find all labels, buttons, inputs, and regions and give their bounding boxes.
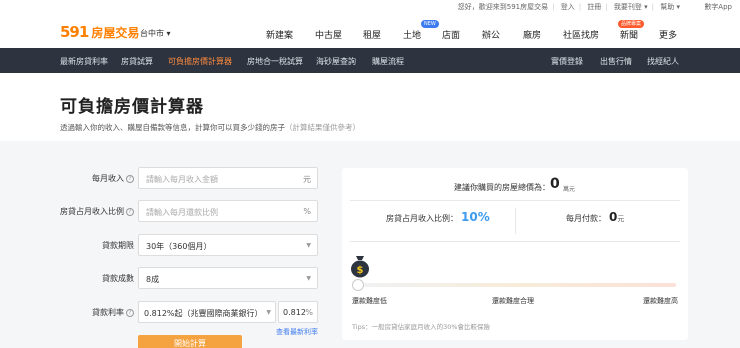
page-title: 可負擔房價計算器	[60, 97, 204, 117]
new-badge: NEW	[421, 20, 439, 28]
chevron-down-icon: ▼	[306, 275, 311, 282]
tips-text: Tips：一般房貸佔家庭月收入的30%會比較保險	[352, 323, 491, 331]
top-utility-bar: 您好，歡迎來到591房屋交易 | 登入 | 註冊 | 我要刊登 ▾ | 幫助 ▾ 數字A…	[0, 0, 740, 14]
help-icon[interactable]: ?	[126, 175, 134, 183]
income-input[interactable]: 請輸入每月收入金額 元	[138, 167, 318, 189]
brand-badge: 品牌專案	[618, 20, 645, 28]
total-unit: 萬元	[563, 186, 576, 193]
chevron-down-icon: ▼	[306, 242, 311, 249]
nav-news[interactable]: 品牌專案 新聞	[618, 20, 645, 41]
subnav-market[interactable]: 出售行情	[600, 56, 632, 67]
help-icon[interactable]: ?	[126, 208, 134, 216]
total-result: 建議你購買的房屋總價為： 0 萬元	[342, 168, 688, 200]
subnav-latest-rate[interactable]: 最新房貸利率	[60, 56, 108, 67]
period-label: 貸款期限	[102, 241, 134, 250]
main-header: 591 房屋交易 台中市 ▾ 新建案 中古屋 租屋 NEW 土地 店面 辦公 廠房…	[0, 14, 740, 48]
page-subtitle: 透過輸入你的收入、購屋自備款等信息，計算你可以買多少錢的房子（計算結果僅供參考）	[60, 123, 360, 132]
rate-row: 貸款利率? 0.812%起（兆豐國際商業銀行） ▼ 0.812 %	[0, 301, 340, 323]
ratio-value: 10%	[461, 210, 490, 224]
subnav-affordable-calc[interactable]: 可負擔房價計算器	[168, 56, 232, 67]
money-bag-icon: $	[351, 256, 369, 278]
nav-office[interactable]: 辦公	[482, 28, 500, 41]
help-menu[interactable]: 幫助 ▾	[660, 3, 680, 11]
secondary-nav: 最新房貸利率 房貸試算 可負擔房價計算器 房地合一稅試算 海砂屋查詢 購屋流程 …	[0, 48, 740, 73]
ratio-input[interactable]: 請輸入每月還款比例 %	[138, 200, 318, 222]
site-logo[interactable]: 591 房屋交易	[60, 23, 139, 41]
ratio-label: 房貸占月收入比例?	[60, 206, 134, 217]
scale-high-label: 還款難度高	[643, 297, 678, 305]
calculate-button[interactable]: 開始計算	[138, 335, 242, 348]
ratio-row: 房貸占月收入比例? 請輸入每月還款比例 %	[0, 200, 340, 222]
city-selector[interactable]: 台中市 ▾	[140, 28, 171, 39]
loan-pct-row: 貸款成數 8成 ▼	[0, 267, 340, 289]
divider	[350, 241, 680, 242]
utility-links: 您好，歡迎來到591房屋交易 | 登入 | 註冊 | 我要刊登 ▾ | 幫助 ▾	[457, 3, 680, 11]
help-icon[interactable]: ?	[126, 309, 134, 317]
scale-low-label: 還款難度低	[352, 297, 387, 305]
svg-text:$: $	[357, 265, 364, 276]
divider	[350, 200, 680, 201]
result-card: 建議你購買的房屋總價為： 0 萬元 房貸占月收入比例： 10% 每月付款： 0元 $…	[342, 168, 688, 340]
period-select[interactable]: 30年（360個月） ▼	[138, 234, 318, 256]
difficulty-slider-knob	[352, 279, 364, 291]
calculator-form: 每月收入? 請輸入每月收入金額 元 房貸占月收入比例? 請輸入每月還款比例 % …	[0, 141, 340, 348]
nav-community[interactable]: 社區找房	[563, 28, 599, 41]
latest-rate-link[interactable]: 查看最新利率	[276, 327, 318, 337]
income-row: 每月收入? 請輸入每月收入金額 元	[0, 167, 340, 189]
login-link[interactable]: 登入	[561, 3, 575, 11]
total-value: 0	[550, 176, 560, 192]
divider	[515, 208, 516, 234]
app-download-link[interactable]: 數字App	[704, 2, 732, 12]
income-label: 每月收入?	[92, 173, 134, 184]
disclaimer-hint: （計算結果僅供參考）	[285, 123, 360, 132]
logo-text: 房屋交易	[91, 26, 140, 40]
nav-rent[interactable]: 租屋	[363, 28, 381, 41]
nav-factory[interactable]: 廠房	[523, 28, 541, 41]
subnav-find-agent[interactable]: 找經紀人	[647, 56, 679, 67]
subnav-loan-calc[interactable]: 房貸試算	[121, 56, 153, 67]
period-row: 貸款期限 30年（360個月） ▼	[0, 234, 340, 256]
total-label: 建議你購買的房屋總價為：	[454, 183, 550, 192]
loan-pct-label: 貸款成數	[102, 274, 134, 283]
subnav-sea-sand[interactable]: 海砂屋查詢	[316, 56, 356, 67]
subnav-tax-calc[interactable]: 房地合一稅試算	[247, 56, 303, 67]
post-listing-menu[interactable]: 我要刊登 ▾	[614, 3, 648, 11]
subnav-real-price[interactable]: 實價登錄	[551, 56, 583, 67]
scale-mid-label: 還款難度合理	[492, 297, 534, 305]
rate-input[interactable]: 0.812 %	[278, 301, 318, 323]
rate-label: 貸款利率?	[92, 307, 134, 318]
nav-used-homes[interactable]: 中古屋	[315, 28, 342, 41]
nav-land[interactable]: NEW 土地	[403, 20, 439, 41]
subnav-buying-process[interactable]: 購屋流程	[372, 56, 404, 67]
nav-shops[interactable]: 店面	[442, 28, 460, 41]
nav-more[interactable]: 更多	[659, 28, 677, 41]
ratio-result: 房貸占月收入比例： 10%	[386, 210, 490, 224]
payment-result: 每月付款： 0元	[566, 210, 625, 224]
loan-pct-select[interactable]: 8成 ▼	[138, 267, 318, 289]
welcome-text: 您好，歡迎來到591房屋交易	[457, 3, 549, 11]
nav-new-projects[interactable]: 新建案	[266, 28, 293, 41]
chevron-down-icon: ▼	[266, 309, 271, 316]
logo-number: 591	[60, 23, 89, 41]
register-link[interactable]: 註冊	[587, 3, 601, 11]
difficulty-slider-track	[354, 283, 676, 287]
rate-bank-select[interactable]: 0.812%起（兆豐國際商業銀行） ▼	[138, 301, 276, 323]
